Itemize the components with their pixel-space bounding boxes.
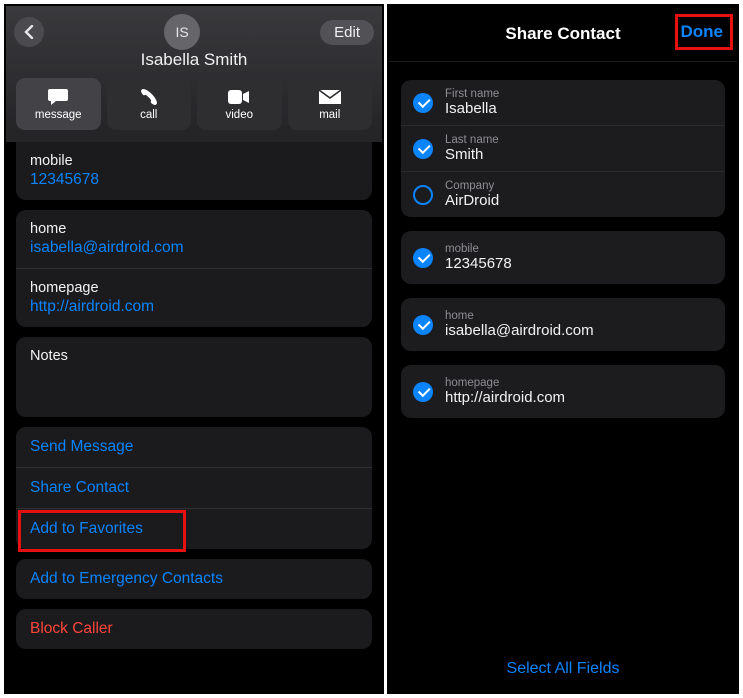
checkbox-last-name[interactable] [413,139,433,159]
email-homepage-card: home isabella@airdroid.com homepage http… [16,210,372,327]
block-card: Block Caller [16,609,372,649]
notes-card[interactable]: Notes [16,337,372,417]
company-value: AirDroid [445,192,499,209]
message-label: message [35,109,82,121]
contact-detail-screen: IS Edit Isabella Smith message call [4,4,384,694]
homepage-value-r: http://airdroid.com [445,389,565,406]
block-caller-action[interactable]: Block Caller [16,609,372,649]
last-name-label: Last name [445,134,499,146]
contact-name: Isabella Smith [12,50,376,70]
add-to-favorites-action[interactable]: Add to Favorites [16,508,372,549]
first-name-value: Isabella [445,100,499,117]
field-company[interactable]: Company AirDroid [401,171,725,217]
checkbox-company[interactable] [413,185,433,205]
field-home[interactable]: home isabella@airdroid.com [401,298,725,351]
mobile-value[interactable]: 12345678 [30,171,358,189]
select-all-fields[interactable]: Select All Fields [389,660,737,678]
mail-label: mail [319,109,340,121]
field-homepage[interactable]: homepage http://airdroid.com [401,365,725,418]
field-last-name[interactable]: Last name Smith [401,125,725,171]
mail-action[interactable]: mail [288,78,373,130]
phone-card: mobile 12345678 [16,142,372,200]
video-icon [228,87,250,107]
mobile-value-r: 12345678 [445,255,512,272]
homepage-card: homepage http://airdroid.com [401,365,725,418]
send-message-action[interactable]: Send Message [16,427,372,467]
video-label: video [226,109,254,121]
message-action[interactable]: message [16,78,101,130]
call-action[interactable]: call [107,78,192,130]
message-icon [47,87,69,107]
share-title: Share Contact [505,24,620,44]
done-button[interactable]: Done [681,22,724,42]
first-name-label: First name [445,88,499,100]
homepage-value[interactable]: http://airdroid.com [30,298,358,316]
video-action[interactable]: video [197,78,282,130]
phone-icon [140,87,158,107]
checkbox-home[interactable] [413,315,433,335]
checkbox-homepage[interactable] [413,382,433,402]
actions-card: Send Message Share Contact Add to Favori… [16,427,372,549]
notes-label: Notes [30,348,358,364]
mobile-label: mobile [30,153,358,169]
homepage-label-r: homepage [445,377,565,389]
edit-button[interactable]: Edit [320,20,374,45]
back-button[interactable] [14,17,44,47]
avatar: IS [164,14,200,50]
home-label-r: home [445,310,594,322]
field-first-name[interactable]: First name Isabella [401,80,725,125]
mobile-label-r: mobile [445,243,512,255]
mobile-card: mobile 12345678 [401,231,725,284]
field-mobile[interactable]: mobile 12345678 [401,231,725,284]
name-company-card: First name Isabella Last name Smith Comp… [401,80,725,217]
checkbox-mobile[interactable] [413,248,433,268]
contact-header: IS Edit Isabella Smith message call [6,6,382,142]
home-value[interactable]: isabella@airdroid.com [30,239,358,257]
add-to-emergency-action[interactable]: Add to Emergency Contacts [16,559,372,599]
home-card: home isabella@airdroid.com [401,298,725,351]
home-label: home [30,221,358,237]
share-contact-screen: Share Contact Done First name Isabella L… [387,4,739,694]
share-header: Share Contact Done [389,6,737,62]
company-label: Company [445,180,499,192]
home-value-r: isabella@airdroid.com [445,322,594,339]
call-label: call [140,109,157,121]
action-bar: message call video [12,78,376,136]
last-name-value: Smith [445,146,499,163]
mail-icon [319,87,341,107]
homepage-label: homepage [30,280,358,296]
emergency-card: Add to Emergency Contacts [16,559,372,599]
checkbox-first-name[interactable] [413,93,433,113]
share-contact-action[interactable]: Share Contact [16,467,372,508]
